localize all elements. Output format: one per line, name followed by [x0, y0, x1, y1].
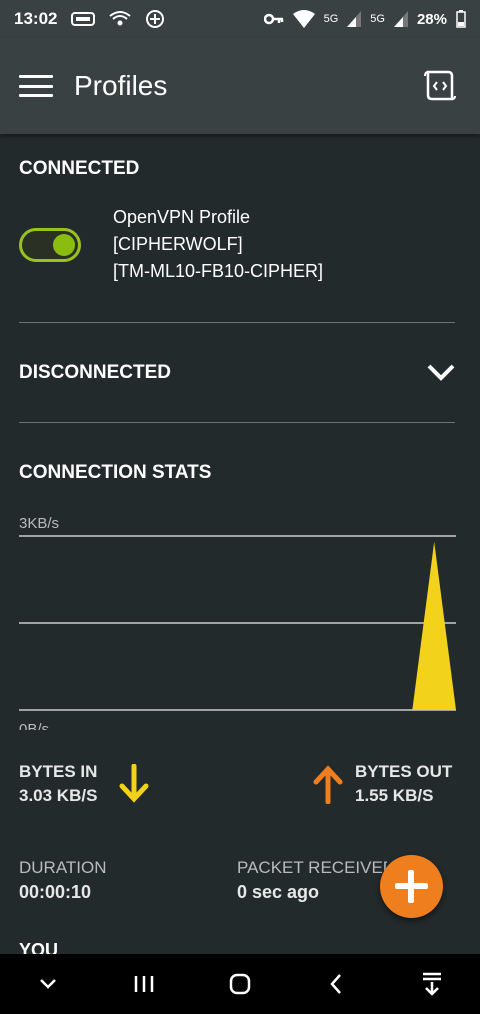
profile-config: [TM-ML10-FB10-CIPHER] — [113, 261, 324, 281]
navigation-bar — [0, 954, 480, 1014]
connected-heading: CONNECTED — [19, 158, 140, 179]
toggle-knob — [53, 234, 75, 256]
menu-icon-line — [19, 75, 53, 78]
app-bar: Profiles — [0, 38, 480, 134]
chart-area-series-0 — [19, 541, 456, 710]
nav-recents-button[interactable] — [124, 964, 164, 1004]
menu-button[interactable] — [19, 75, 53, 97]
chart-min-label: 0B/s — [19, 721, 49, 730]
arrow-up-icon — [313, 765, 343, 804]
recents-icon — [134, 976, 154, 992]
status-bar: 13:02 5G 5G 28% — [0, 0, 480, 38]
bytes-out-label: BYTES OUT — [355, 762, 453, 781]
duration-label: DURATION — [19, 858, 107, 877]
bytes-in-label: BYTES IN — [19, 762, 98, 781]
profile-server: [CIPHERWOLF] — [113, 234, 243, 254]
bytes-out-value: 1.55 KB/S — [355, 786, 434, 805]
battery-percent: 28% — [416, 10, 447, 28]
wifi-icon — [292, 10, 315, 28]
page-title: Profiles — [74, 70, 168, 101]
duration-value: 00:00:10 — [19, 882, 92, 902]
battery-icon — [456, 10, 466, 28]
pull-down-icon — [423, 972, 441, 996]
bytes-in-value: 3.03 KB/S — [19, 786, 98, 805]
menu-icon-line — [19, 84, 53, 88]
nav-notification-button[interactable] — [412, 964, 452, 1004]
signal-icon — [347, 11, 362, 27]
network-type-2: 5G — [370, 13, 385, 25]
signal-icon-2 — [393, 11, 408, 27]
menu-icon-line — [19, 94, 53, 97]
log-script-button[interactable] — [422, 69, 456, 103]
chevron-down-icon[interactable] — [426, 362, 456, 382]
profile-name: OpenVPN Profile [CIPHERWOLF] [TM-ML10-FB… — [113, 204, 323, 294]
nav-home-button[interactable] — [220, 964, 260, 1004]
wifi-calling-icon — [109, 11, 132, 26]
add-profile-button[interactable] — [380, 855, 443, 918]
arrow-down-icon — [119, 764, 149, 803]
traffic-chart: 3KB/s 0B/s — [19, 515, 456, 730]
home-icon — [229, 973, 251, 995]
disconnected-heading[interactable]: DISCONNECTED — [19, 362, 171, 384]
vpn-status-icon — [146, 10, 165, 28]
divider — [19, 322, 455, 323]
chart-series — [19, 541, 456, 710]
status-time: 13:02 — [14, 9, 58, 28]
chart-max-label: 3KB/s — [19, 515, 59, 532]
chevron-down-icon — [40, 979, 56, 989]
connection-toggle[interactable] — [19, 228, 81, 262]
next-section-heading: YOU — [19, 940, 59, 954]
packet-received-label: PACKET RECEIVED — [237, 858, 387, 877]
divider — [19, 422, 455, 423]
notification-icon — [71, 12, 96, 26]
key-icon — [263, 13, 283, 25]
network-type-1: 5G — [323, 13, 339, 25]
back-icon — [330, 974, 341, 994]
nav-hide-button[interactable] — [28, 964, 68, 1004]
connection-stats-heading: CONNECTION STATS — [19, 462, 212, 483]
packet-received-value: 0 sec ago — [237, 882, 320, 902]
profile-row[interactable]: OpenVPN Profile [CIPHERWOLF] [TM-ML10-FB… — [19, 204, 459, 294]
nav-back-button[interactable] — [316, 964, 356, 1004]
profile-title: OpenVPN Profile — [113, 207, 251, 227]
